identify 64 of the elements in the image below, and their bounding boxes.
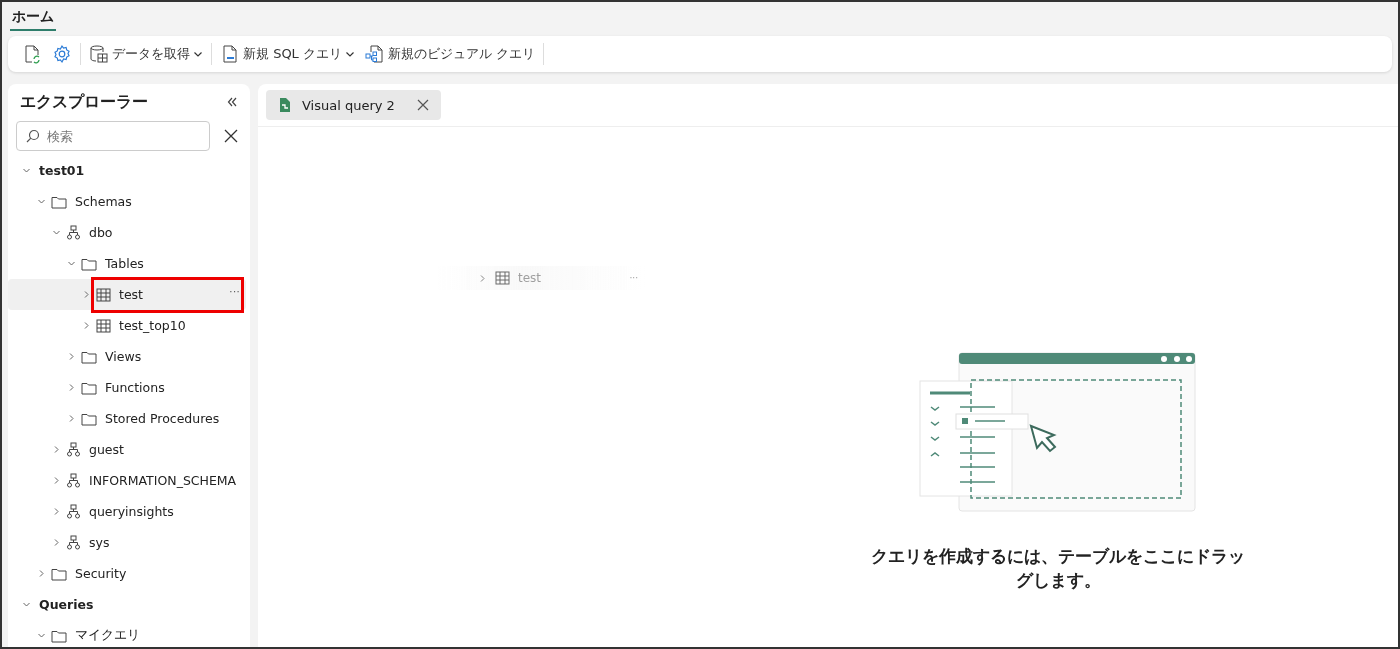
chevron-right-icon[interactable]	[52, 476, 61, 485]
hierarchy-icon	[66, 535, 81, 550]
tree-item[interactable]: guest	[8, 434, 246, 465]
document-diagram-icon	[365, 44, 385, 64]
tree-item[interactable]: Stored Procedures	[8, 403, 246, 434]
editor-tab[interactable]: Visual query 2	[266, 90, 441, 120]
chevron-right-icon[interactable]	[82, 321, 91, 330]
folder-icon	[81, 256, 97, 271]
sql-file-icon	[220, 44, 240, 64]
folder-icon	[81, 349, 97, 364]
tree-item[interactable]: queryinsights	[8, 496, 246, 527]
tree-item[interactable]: INFORMATION_SCHEMA	[8, 465, 246, 496]
hierarchy-icon	[66, 442, 81, 457]
chevron-down-icon[interactable]	[22, 600, 31, 609]
chevron-right-icon[interactable]	[478, 273, 487, 283]
tree-item[interactable]: test01	[8, 155, 246, 186]
chevron-down-icon[interactable]	[37, 631, 46, 640]
search-field[interactable]: 検索	[16, 121, 210, 151]
ribbon-tab[interactable]: ホーム	[10, 8, 56, 31]
toolbar-button[interactable]: データを取得	[87, 42, 205, 66]
chevron-down-icon[interactable]	[37, 197, 46, 206]
table-icon	[495, 271, 510, 285]
tree-item[interactable]: マイクエリ	[8, 620, 246, 647]
folder-icon	[51, 628, 67, 643]
chevron-right-icon[interactable]	[52, 507, 61, 516]
toolbar-button[interactable]: 新規のビジュアル クエリ	[363, 42, 538, 66]
hierarchy-icon	[66, 473, 81, 488]
chevron-right-icon[interactable]	[67, 383, 76, 392]
panel-title: エクスプローラー	[20, 92, 148, 113]
chevron-down-icon[interactable]	[22, 166, 31, 175]
hierarchy-icon	[66, 225, 81, 240]
tree-item[interactable]: Views	[8, 341, 246, 372]
folder-icon	[81, 411, 97, 426]
folder-icon	[81, 380, 97, 395]
chevron-right-icon[interactable]	[67, 352, 76, 361]
tree-item[interactable]: Tables	[8, 248, 246, 279]
tree-item[interactable]: test_top10	[8, 310, 246, 341]
empty-state-message: クエリを作成するには、テーブルをここにドラッグします。	[870, 545, 1246, 592]
tree-item[interactable]: dbo	[8, 217, 246, 248]
hierarchy-icon	[66, 504, 81, 519]
tree-item[interactable]: Security	[8, 558, 246, 589]
tree-item[interactable]: Schemas	[8, 186, 246, 217]
tree-item[interactable]: test ···	[8, 279, 246, 310]
chevron-right-icon[interactable]	[37, 569, 46, 578]
chevron-right-icon[interactable]	[52, 538, 61, 547]
tree-item[interactable]: Functions	[8, 372, 246, 403]
table-icon	[96, 318, 111, 333]
chevron-right-icon[interactable]	[52, 445, 61, 454]
chevron-right-icon[interactable]	[82, 290, 91, 299]
folder-icon	[51, 194, 67, 209]
toolbar-button[interactable]: 新規 SQL クエリ	[218, 42, 357, 66]
more-options-button[interactable]: ···	[229, 285, 240, 297]
tree-item[interactable]: sys	[8, 527, 246, 558]
table-icon	[96, 287, 111, 302]
database-table-icon	[89, 44, 109, 64]
document-diagram-icon	[278, 97, 292, 113]
tree-item[interactable]: Queries	[8, 589, 246, 620]
folder-icon	[51, 566, 67, 581]
search-icon	[26, 129, 40, 143]
settings-icon	[52, 44, 72, 64]
chevron-down-icon[interactable]	[52, 228, 61, 237]
chevron-right-icon[interactable]	[67, 414, 76, 423]
chevron-down-icon[interactable]	[67, 259, 76, 268]
document-refresh-icon	[22, 44, 42, 64]
